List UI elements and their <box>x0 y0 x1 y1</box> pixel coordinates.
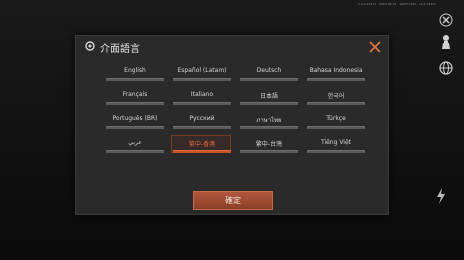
language-option-vietnamese[interactable]: Tiếng Việt <box>307 137 365 153</box>
language-label: English <box>124 67 146 74</box>
language-label: Português (BR) <box>112 115 158 122</box>
close-button[interactable] <box>368 39 382 53</box>
language-option-english[interactable]: English <box>106 65 164 81</box>
language-grid: English Español (Latam) Deutsch Bahasa I… <box>106 65 366 157</box>
dialog-title: 介面語言 <box>100 44 140 55</box>
language-underline <box>106 150 164 153</box>
language-label: 繁中-香港 <box>188 141 216 148</box>
language-underline <box>240 150 298 153</box>
language-label: 日本語 <box>259 93 278 100</box>
close-x-glyph <box>439 13 453 27</box>
language-underline <box>106 126 164 129</box>
language-option-turkce[interactable]: Türkçe <box>307 113 365 129</box>
language-option-trad-chinese-tw[interactable]: 繁中-台灣 <box>240 137 298 153</box>
lightning-glyph <box>437 188 445 204</box>
lightning-icon <box>432 188 450 218</box>
language-label: Tiếng Việt <box>320 139 352 146</box>
language-underline <box>173 150 231 153</box>
language-label: Italiano <box>190 91 214 98</box>
language-underline <box>307 102 365 105</box>
language-label: Deutsch <box>256 67 282 74</box>
language-option-japanese[interactable]: 日本語 <box>240 89 298 105</box>
language-underline <box>240 102 298 105</box>
confirm-label: 確定 <box>225 196 241 205</box>
language-label: 한국어 <box>327 93 345 100</box>
language-option-francais[interactable]: Français <box>106 89 164 105</box>
close-x-icon[interactable] <box>436 10 456 30</box>
language-underline <box>240 78 298 81</box>
language-underline <box>240 126 298 129</box>
language-option-bahasa-indonesia[interactable]: Bahasa Indonesia <box>307 65 365 81</box>
language-option-deutsch[interactable]: Deutsch <box>240 65 298 81</box>
game-screen: 1.2.0.12311 · 2023-05-01 · 1600*1200 · v… <box>0 0 464 260</box>
close-icon <box>369 41 381 53</box>
language-underline <box>173 78 231 81</box>
pawn-icon[interactable] <box>436 32 456 52</box>
pawn-glyph <box>442 35 450 49</box>
language-option-espanol-latam[interactable]: Español (Latam) <box>173 65 231 81</box>
language-option-russian[interactable]: Русский <box>173 113 231 129</box>
dialog-header: 介面語言 <box>76 36 388 58</box>
globe-glyph <box>439 61 453 75</box>
language-underline <box>173 126 231 129</box>
version-text: 1.2.0.12311 · 2023-05-01 · 1600*1200 · v… <box>358 2 436 6</box>
language-label: Bahasa Indonesia <box>309 67 363 74</box>
language-option-korean[interactable]: 한국어 <box>307 89 365 105</box>
language-underline <box>307 78 365 81</box>
language-option-italiano[interactable]: Italiano <box>173 89 231 105</box>
confirm-button[interactable]: 確定 <box>193 191 273 210</box>
language-option-thai[interactable]: ภาษาไทย <box>240 113 298 129</box>
language-underline <box>106 78 164 81</box>
language-underline <box>173 102 231 105</box>
language-label: Русский <box>189 115 215 122</box>
language-label: ภาษาไทย <box>256 117 282 124</box>
globe-icon[interactable] <box>436 58 456 78</box>
language-underline <box>106 102 164 105</box>
language-label: 繁中-台灣 <box>255 141 283 148</box>
gear-icon <box>85 41 95 51</box>
language-underline <box>307 150 365 153</box>
language-underline <box>307 126 365 129</box>
language-label: Français <box>122 91 148 98</box>
language-label: Español (Latam) <box>177 67 227 74</box>
language-dialog: 介面語言 English Español (Latam) Deutsch Bah… <box>75 35 389 215</box>
language-option-trad-chinese-hk[interactable]: 繁中-香港 <box>171 135 231 153</box>
language-option-portugues-br[interactable]: Português (BR) <box>106 113 164 129</box>
language-label: Türkçe <box>326 115 346 122</box>
language-option-arabic[interactable]: عربي <box>106 137 164 153</box>
language-label: عربي <box>128 139 142 146</box>
